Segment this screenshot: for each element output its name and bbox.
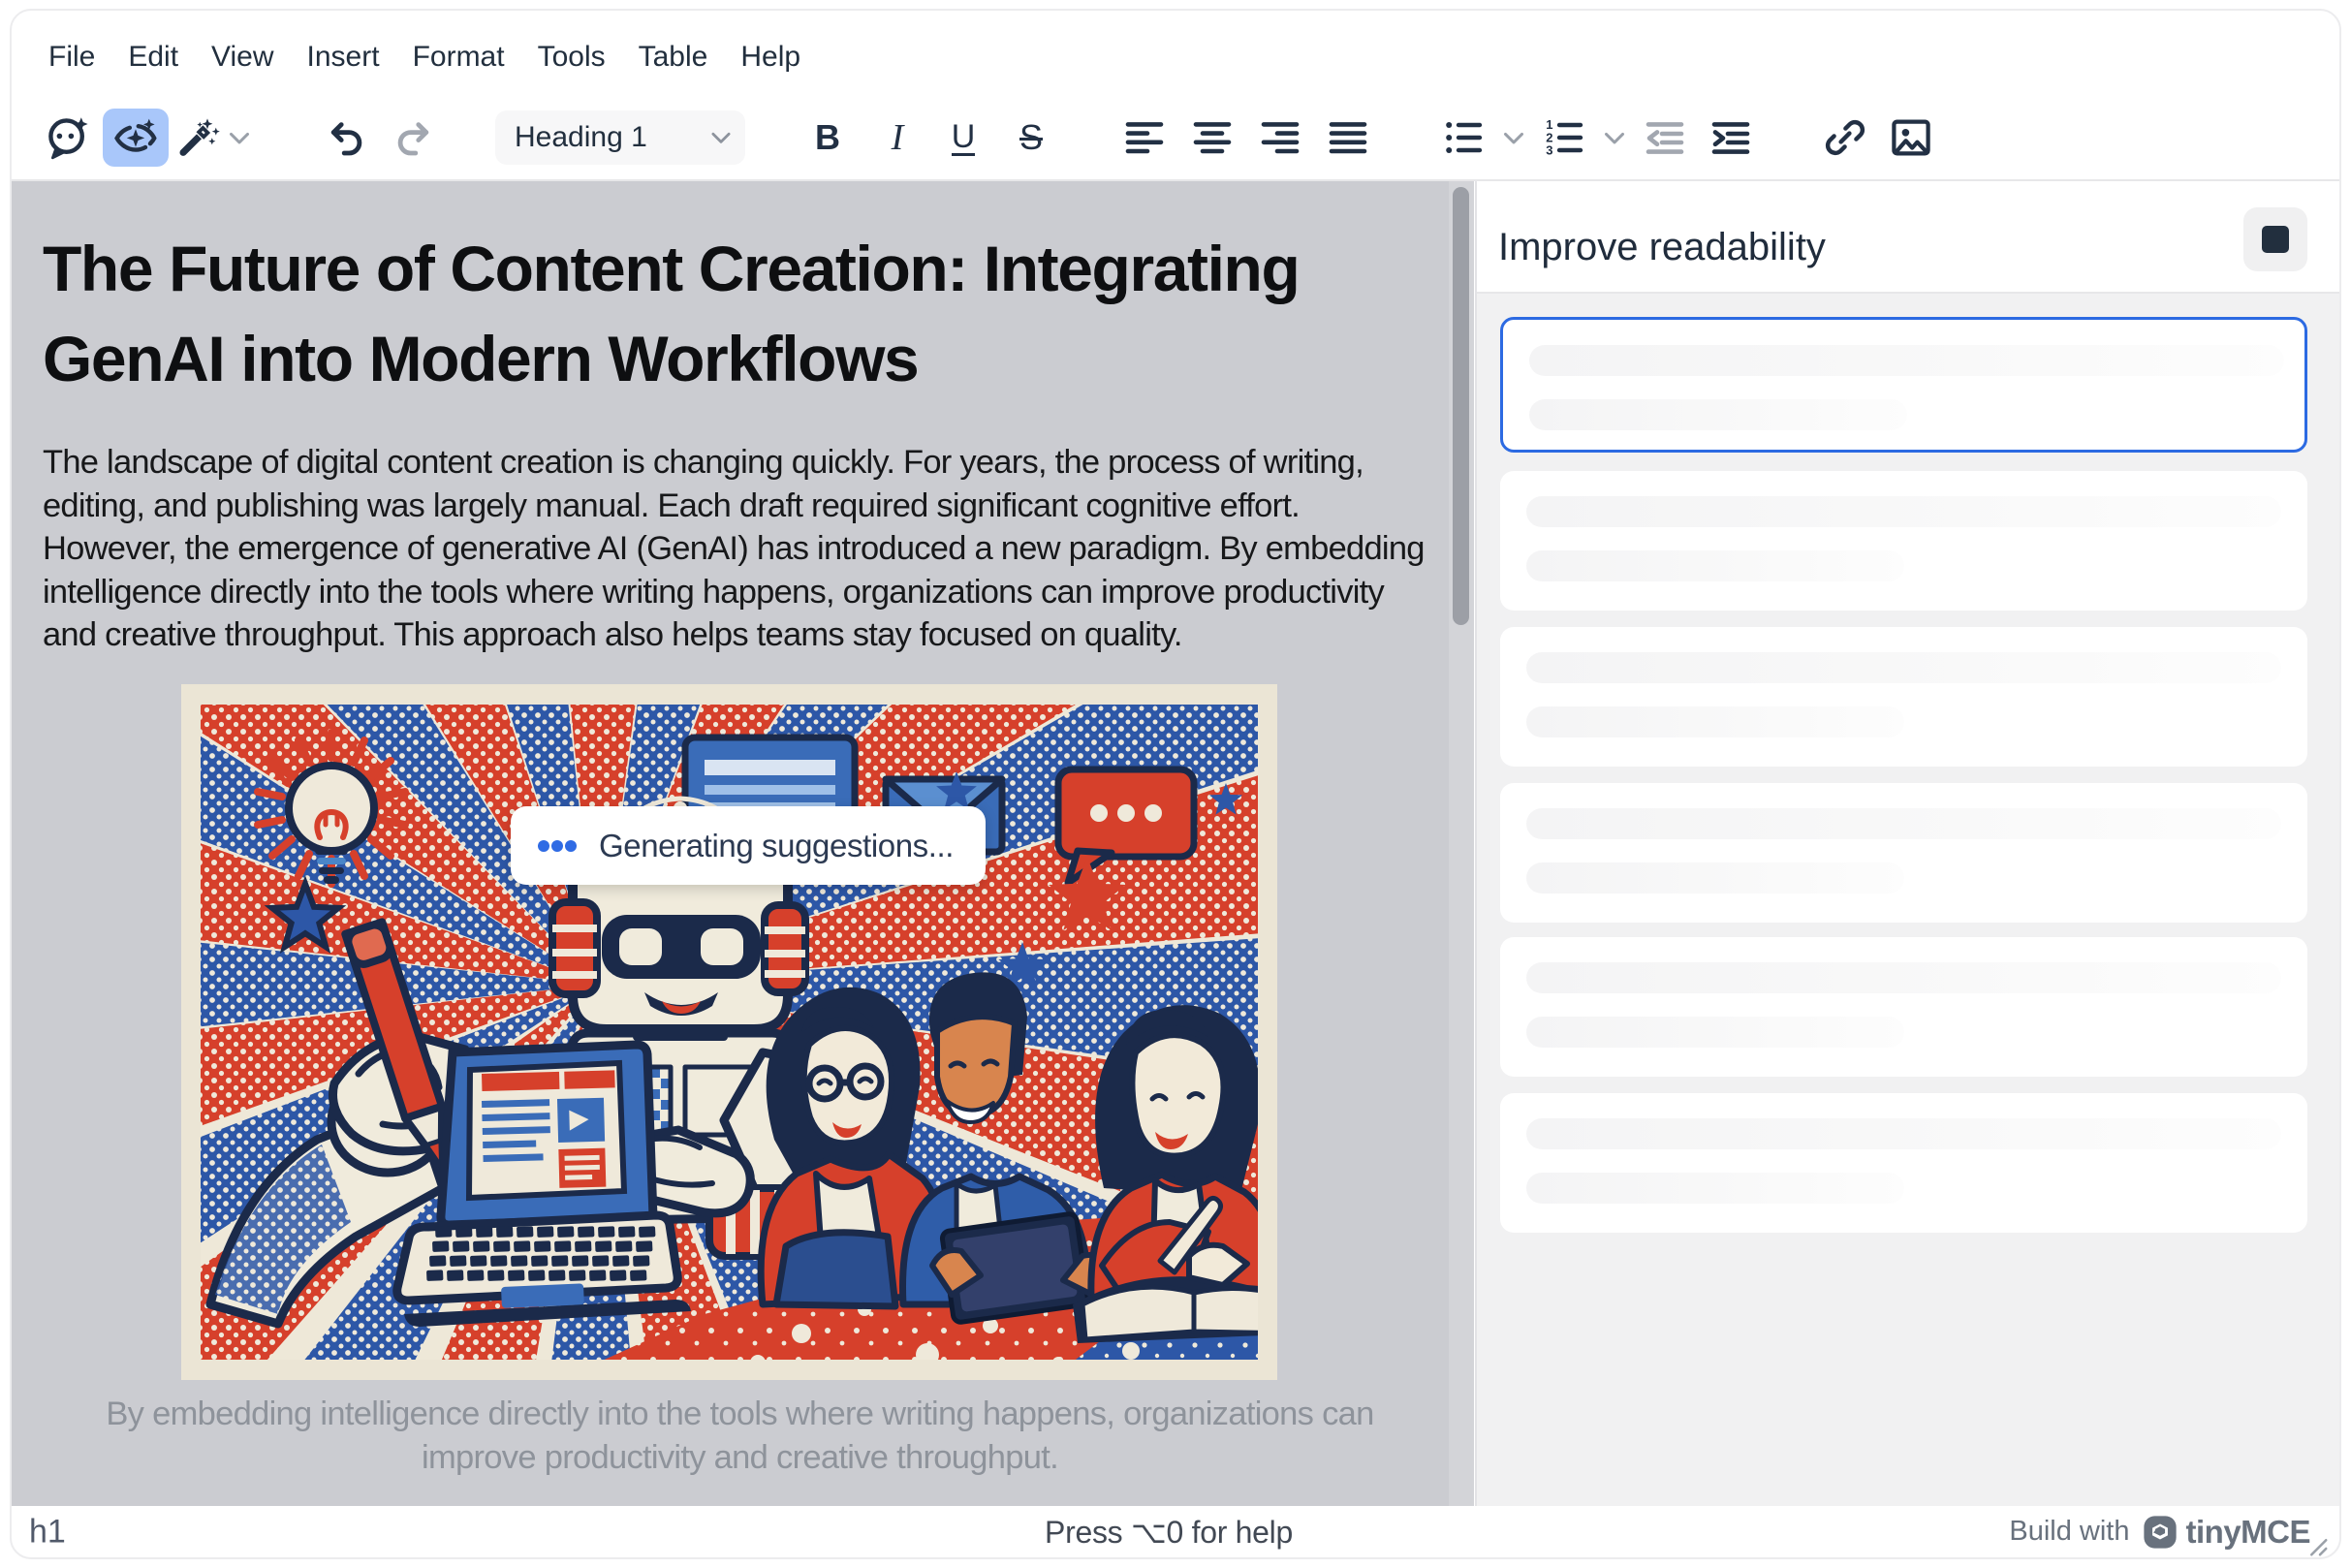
svg-text:3: 3	[1546, 143, 1552, 158]
